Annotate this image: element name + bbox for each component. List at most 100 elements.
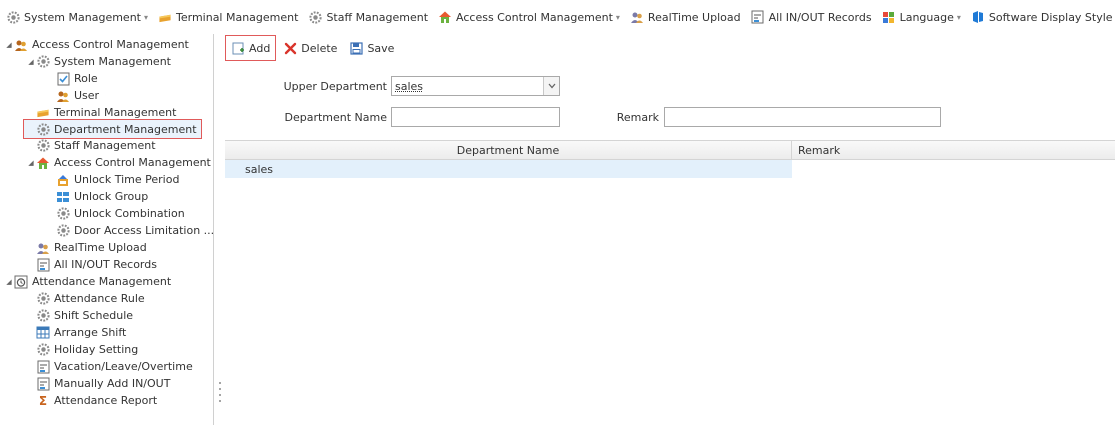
- save-button-label: Save: [367, 41, 395, 55]
- tree-node-holiday-setting[interactable]: Holiday Setting: [36, 341, 138, 358]
- gear-icon: [36, 55, 50, 69]
- add-icon: [231, 41, 245, 55]
- expand-toggle-icon[interactable]: ◢: [26, 58, 36, 66]
- menu-access-control-management[interactable]: Access Control Management ▾: [438, 10, 620, 24]
- gear-icon: [36, 343, 50, 357]
- tree-node-label: Holiday Setting: [54, 343, 139, 356]
- panel-splitter-handle[interactable]: [218, 380, 222, 404]
- tree-node-access-control-management[interactable]: ◢ Access Control Management: [26, 154, 211, 171]
- tree-node-unlock-combination[interactable]: Unlock Combination: [56, 205, 185, 222]
- add-button-label: Add: [249, 41, 271, 55]
- upper-department-label: Upper Department: [283, 80, 387, 93]
- gear-icon: [56, 224, 70, 238]
- tree-node-unlock-group[interactable]: Unlock Group: [56, 188, 148, 205]
- tree-node-department-management[interactable]: Department Management: [23, 119, 202, 139]
- tree-node-attendance-report[interactable]: Σ Attendance Report: [36, 392, 157, 409]
- tree-node-label: Attendance Rule: [54, 292, 145, 305]
- expand-toggle-icon[interactable]: ◢: [26, 159, 36, 167]
- table-icon: [36, 326, 50, 340]
- save-icon: [349, 41, 363, 55]
- top-menu-bar: System Management ▾ Terminal Management …: [0, 0, 1115, 34]
- menu-label: All IN/OUT Records: [768, 10, 872, 24]
- tree-node-label: Unlock Group: [74, 190, 149, 203]
- tree-node-label: Staff Management: [54, 139, 156, 152]
- menu-label: Language: [899, 10, 954, 24]
- department-name-input[interactable]: [391, 107, 560, 127]
- menu-software-display-style[interactable]: Software Display Style ▾: [971, 10, 1115, 24]
- tree-node-label: User: [74, 89, 100, 102]
- menu-label: Software Display Style: [988, 10, 1113, 24]
- people-icon: [14, 38, 28, 52]
- expand-toggle-icon[interactable]: ◢: [4, 278, 14, 286]
- gear-icon: [36, 139, 50, 153]
- upper-department-select[interactable]: sales: [391, 76, 560, 96]
- language-icon: [882, 10, 896, 24]
- tree-node-label: All IN/OUT Records: [54, 258, 157, 271]
- tree-node-role[interactable]: Role: [56, 70, 98, 87]
- record-icon: [751, 10, 765, 24]
- tree-node-label: Access Control Management: [54, 156, 211, 169]
- record-icon: [36, 377, 50, 391]
- tree-node-arrange-shift[interactable]: Arrange Shift: [36, 324, 126, 341]
- sigma-icon: Σ: [38, 393, 48, 408]
- toolbar: Add Delete Save: [225, 34, 401, 62]
- menu-label: System Management: [24, 10, 141, 24]
- calendar-icon: [14, 275, 28, 289]
- terminal-icon: [36, 106, 50, 120]
- tree-node-label: Department Management: [54, 122, 197, 136]
- tree-node-unlock-time-period[interactable]: Unlock Time Period: [56, 171, 179, 188]
- save-button[interactable]: Save: [344, 35, 399, 61]
- menu-all-in-out-records[interactable]: All IN/OUT Records: [751, 10, 872, 24]
- tree-node-door-access-limitation[interactable]: Door Access Limitation ...: [56, 222, 213, 239]
- expand-toggle-icon[interactable]: ◢: [4, 41, 14, 49]
- remark-input[interactable]: [664, 107, 941, 127]
- tree-node-system-management[interactable]: ◢ System Management: [26, 53, 171, 70]
- chevron-down-icon[interactable]: [543, 77, 559, 95]
- chevron-down-icon: ▾: [956, 12, 961, 22]
- department-management-panel: Add Delete Save Upper Department sales D…: [225, 34, 1115, 425]
- menu-staff-management[interactable]: Staff Management: [308, 10, 428, 24]
- tree-node-label: Access Control Management: [32, 38, 189, 51]
- tree-node-attendance-management[interactable]: ◢ Attendance Management: [4, 273, 171, 290]
- column-header-remark[interactable]: Remark: [792, 141, 1115, 159]
- gear-icon: [308, 10, 322, 24]
- record-icon: [36, 258, 50, 272]
- tree-node-shift-schedule[interactable]: Shift Schedule: [36, 307, 133, 324]
- chevron-down-icon: ▾: [615, 12, 620, 22]
- tree-node-label: Unlock Combination: [74, 207, 185, 220]
- tree-node-realtime-upload[interactable]: RealTime Upload: [36, 239, 147, 256]
- house-icon: [438, 10, 452, 24]
- gear-icon: [36, 292, 50, 306]
- tree-node-label: Unlock Time Period: [74, 173, 180, 186]
- tree-node-staff-management[interactable]: Staff Management: [36, 137, 156, 154]
- tree-node-label: Manually Add IN/OUT: [54, 377, 171, 390]
- menu-terminal-management[interactable]: Terminal Management: [158, 10, 298, 24]
- tree-node-attendance-rule[interactable]: Attendance Rule: [36, 290, 145, 307]
- tree-node-label: Attendance Management: [32, 275, 172, 288]
- delete-button[interactable]: Delete: [278, 35, 342, 61]
- tree-node-vacation-leave-overtime[interactable]: Vacation/Leave/Overtime: [36, 358, 193, 375]
- tree-node-access-control-management-root[interactable]: ◢ Access Control Management: [4, 36, 189, 53]
- tree-node-manually-add-in-out[interactable]: Manually Add IN/OUT: [36, 375, 170, 392]
- delete-button-label: Delete: [301, 41, 338, 55]
- tree-node-label: Terminal Management: [54, 106, 177, 119]
- tree-node-all-in-out-records[interactable]: All IN/OUT Records: [36, 256, 157, 273]
- menu-label: Staff Management: [326, 10, 429, 24]
- add-button[interactable]: Add: [225, 35, 277, 61]
- column-header-department-name[interactable]: Department Name: [225, 141, 792, 159]
- time-period-icon: [56, 173, 70, 187]
- menu-label: Terminal Management: [176, 10, 299, 24]
- menu-realtime-upload[interactable]: RealTime Upload: [630, 10, 741, 24]
- record-icon: [36, 360, 50, 374]
- cell-department-name: sales: [225, 160, 792, 178]
- menu-language[interactable]: Language ▾: [882, 10, 961, 24]
- display-style-icon: [971, 10, 985, 24]
- tree-node-user[interactable]: User: [56, 87, 99, 104]
- tree-node-label: Attendance Report: [54, 394, 158, 407]
- role-icon: [56, 72, 70, 86]
- table-row[interactable]: sales: [225, 160, 1115, 178]
- tree-node-label: RealTime Upload: [54, 241, 147, 254]
- grid-header: Department Name Remark: [225, 140, 1115, 160]
- menu-system-management[interactable]: System Management ▾: [6, 10, 148, 24]
- menu-label: Access Control Management: [456, 10, 613, 24]
